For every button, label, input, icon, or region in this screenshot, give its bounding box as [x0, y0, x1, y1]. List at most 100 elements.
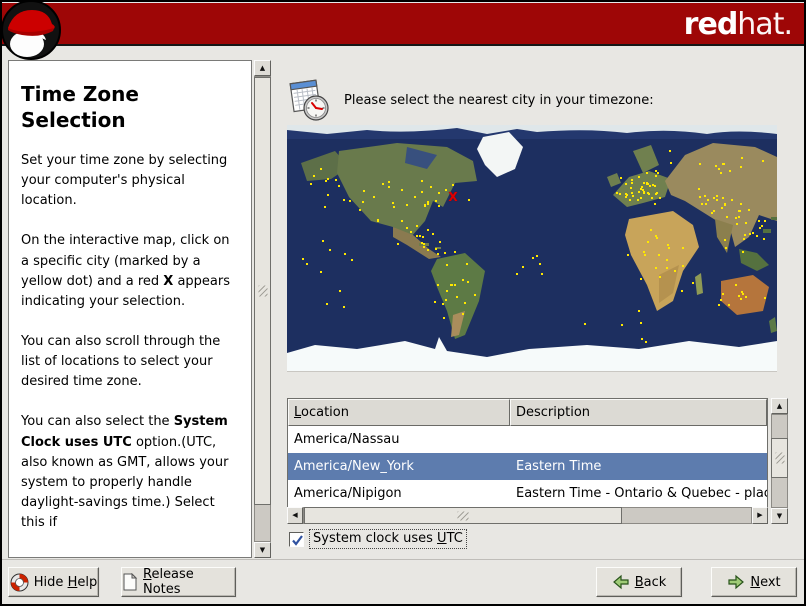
city-dot-icon[interactable]	[654, 266, 657, 269]
city-dot-icon[interactable]	[618, 192, 621, 195]
city-dot-icon[interactable]	[680, 289, 683, 292]
city-dot-icon[interactable]	[755, 235, 758, 238]
city-dot-icon[interactable]	[730, 199, 733, 202]
city-dot-icon[interactable]	[416, 224, 419, 227]
city-dot-icon[interactable]	[658, 254, 661, 257]
city-dot-icon[interactable]	[409, 230, 412, 233]
table-row[interactable]: America/Nipigon Eastern Time - Ontario & …	[288, 480, 767, 507]
city-dot-icon[interactable]	[631, 178, 634, 181]
city-dot-icon[interactable]	[642, 181, 645, 184]
city-dot-icon[interactable]	[698, 187, 701, 190]
city-dot-icon[interactable]	[327, 194, 330, 196]
city-dot-icon[interactable]	[382, 182, 385, 185]
city-dot-icon[interactable]	[388, 181, 391, 184]
city-dot-icon[interactable]	[743, 233, 746, 236]
city-dot-icon[interactable]	[391, 201, 394, 204]
city-dot-icon[interactable]	[668, 246, 671, 249]
city-dot-icon[interactable]	[465, 262, 468, 265]
city-dot-icon[interactable]	[414, 195, 417, 198]
city-dot-icon[interactable]	[393, 205, 396, 208]
city-dot-icon[interactable]	[461, 278, 464, 281]
city-dot-icon[interactable]	[422, 246, 425, 248]
city-dot-icon[interactable]	[706, 199, 709, 202]
city-dot-icon[interactable]	[626, 193, 629, 196]
city-dot-icon[interactable]	[646, 191, 649, 194]
table-row[interactable]: America/Nassau	[288, 426, 767, 453]
world-map[interactable]: X	[287, 125, 777, 372]
city-dot-icon[interactable]	[638, 310, 641, 313]
city-dot-icon[interactable]	[439, 241, 442, 244]
city-dot-icon[interactable]	[734, 217, 737, 220]
city-dot-icon[interactable]	[342, 305, 345, 308]
city-dot-icon[interactable]	[658, 276, 661, 279]
city-dot-icon[interactable]	[722, 197, 725, 200]
scroll-up-button[interactable]: ▲	[771, 398, 788, 414]
city-dot-icon[interactable]	[651, 197, 654, 200]
city-dot-icon[interactable]	[324, 205, 327, 208]
city-dot-icon[interactable]	[701, 203, 703, 206]
column-header-description[interactable]: Description	[510, 399, 767, 426]
utc-checkbox-label[interactable]: System clock uses UTC	[309, 529, 467, 549]
city-dot-icon[interactable]	[629, 198, 632, 201]
city-dot-icon[interactable]	[739, 165, 742, 168]
city-dot-icon[interactable]	[443, 317, 446, 320]
city-dot-icon[interactable]	[758, 227, 761, 230]
city-dot-icon[interactable]	[646, 172, 649, 175]
city-dot-icon[interactable]	[396, 242, 399, 245]
city-dot-icon[interactable]	[720, 207, 723, 210]
city-dot-icon[interactable]	[442, 302, 445, 305]
city-dot-icon[interactable]	[454, 250, 457, 253]
city-dot-icon[interactable]	[711, 212, 714, 215]
city-dot-icon[interactable]	[452, 183, 455, 186]
city-dot-icon[interactable]	[327, 178, 330, 181]
system-clock-utc-checkbox[interactable]	[289, 531, 304, 547]
help-scrollbar[interactable]: ▲ ▼	[254, 60, 271, 558]
city-dot-icon[interactable]	[724, 239, 727, 242]
city-dot-icon[interactable]	[621, 324, 624, 327]
city-dot-icon[interactable]	[720, 299, 723, 301]
city-dot-icon[interactable]	[715, 194, 718, 197]
city-dot-icon[interactable]	[723, 162, 726, 165]
city-dot-icon[interactable]	[698, 162, 701, 165]
city-dot-icon[interactable]	[434, 301, 437, 304]
scroll-right-button[interactable]: ▶	[752, 507, 768, 524]
city-dot-icon[interactable]	[667, 243, 670, 246]
city-dot-icon[interactable]	[338, 184, 340, 187]
city-dot-icon[interactable]	[720, 172, 723, 175]
city-dot-icon[interactable]	[445, 298, 448, 301]
city-dot-icon[interactable]	[745, 295, 748, 298]
city-dot-icon[interactable]	[538, 263, 541, 266]
city-dot-icon[interactable]	[426, 229, 429, 232]
city-dot-icon[interactable]	[655, 174, 658, 177]
city-dot-icon[interactable]	[348, 200, 351, 203]
scroll-up-button[interactable]: ▲	[254, 60, 271, 76]
city-dot-icon[interactable]	[627, 254, 630, 257]
city-dot-icon[interactable]	[655, 235, 658, 238]
city-dot-icon[interactable]	[450, 283, 453, 286]
city-dot-icon[interactable]	[435, 200, 438, 203]
city-dot-icon[interactable]	[637, 198, 640, 201]
city-dot-icon[interactable]	[655, 236, 658, 239]
city-dot-icon[interactable]	[373, 196, 376, 199]
city-dot-icon[interactable]	[415, 234, 418, 237]
city-dot-icon[interactable]	[620, 177, 623, 180]
city-dot-icon[interactable]	[699, 196, 702, 199]
city-dot-icon[interactable]	[437, 284, 440, 287]
city-dot-icon[interactable]	[749, 232, 752, 235]
city-dot-icon[interactable]	[640, 277, 643, 280]
city-dot-icon[interactable]	[420, 191, 423, 194]
city-dot-icon[interactable]	[376, 219, 379, 222]
city-dot-icon[interactable]	[757, 220, 760, 223]
city-dot-icon[interactable]	[467, 199, 470, 202]
city-dot-icon[interactable]	[723, 202, 726, 205]
city-dot-icon[interactable]	[422, 235, 425, 238]
city-dot-icon[interactable]	[666, 259, 669, 262]
city-dot-icon[interactable]	[463, 301, 466, 304]
city-dot-icon[interactable]	[536, 254, 539, 257]
city-dot-icon[interactable]	[742, 251, 745, 254]
city-dot-icon[interactable]	[401, 188, 404, 191]
city-dot-icon[interactable]	[324, 180, 327, 183]
city-dot-icon[interactable]	[406, 203, 409, 206]
scroll-down-button[interactable]: ▼	[771, 508, 788, 524]
city-dot-icon[interactable]	[640, 188, 643, 191]
